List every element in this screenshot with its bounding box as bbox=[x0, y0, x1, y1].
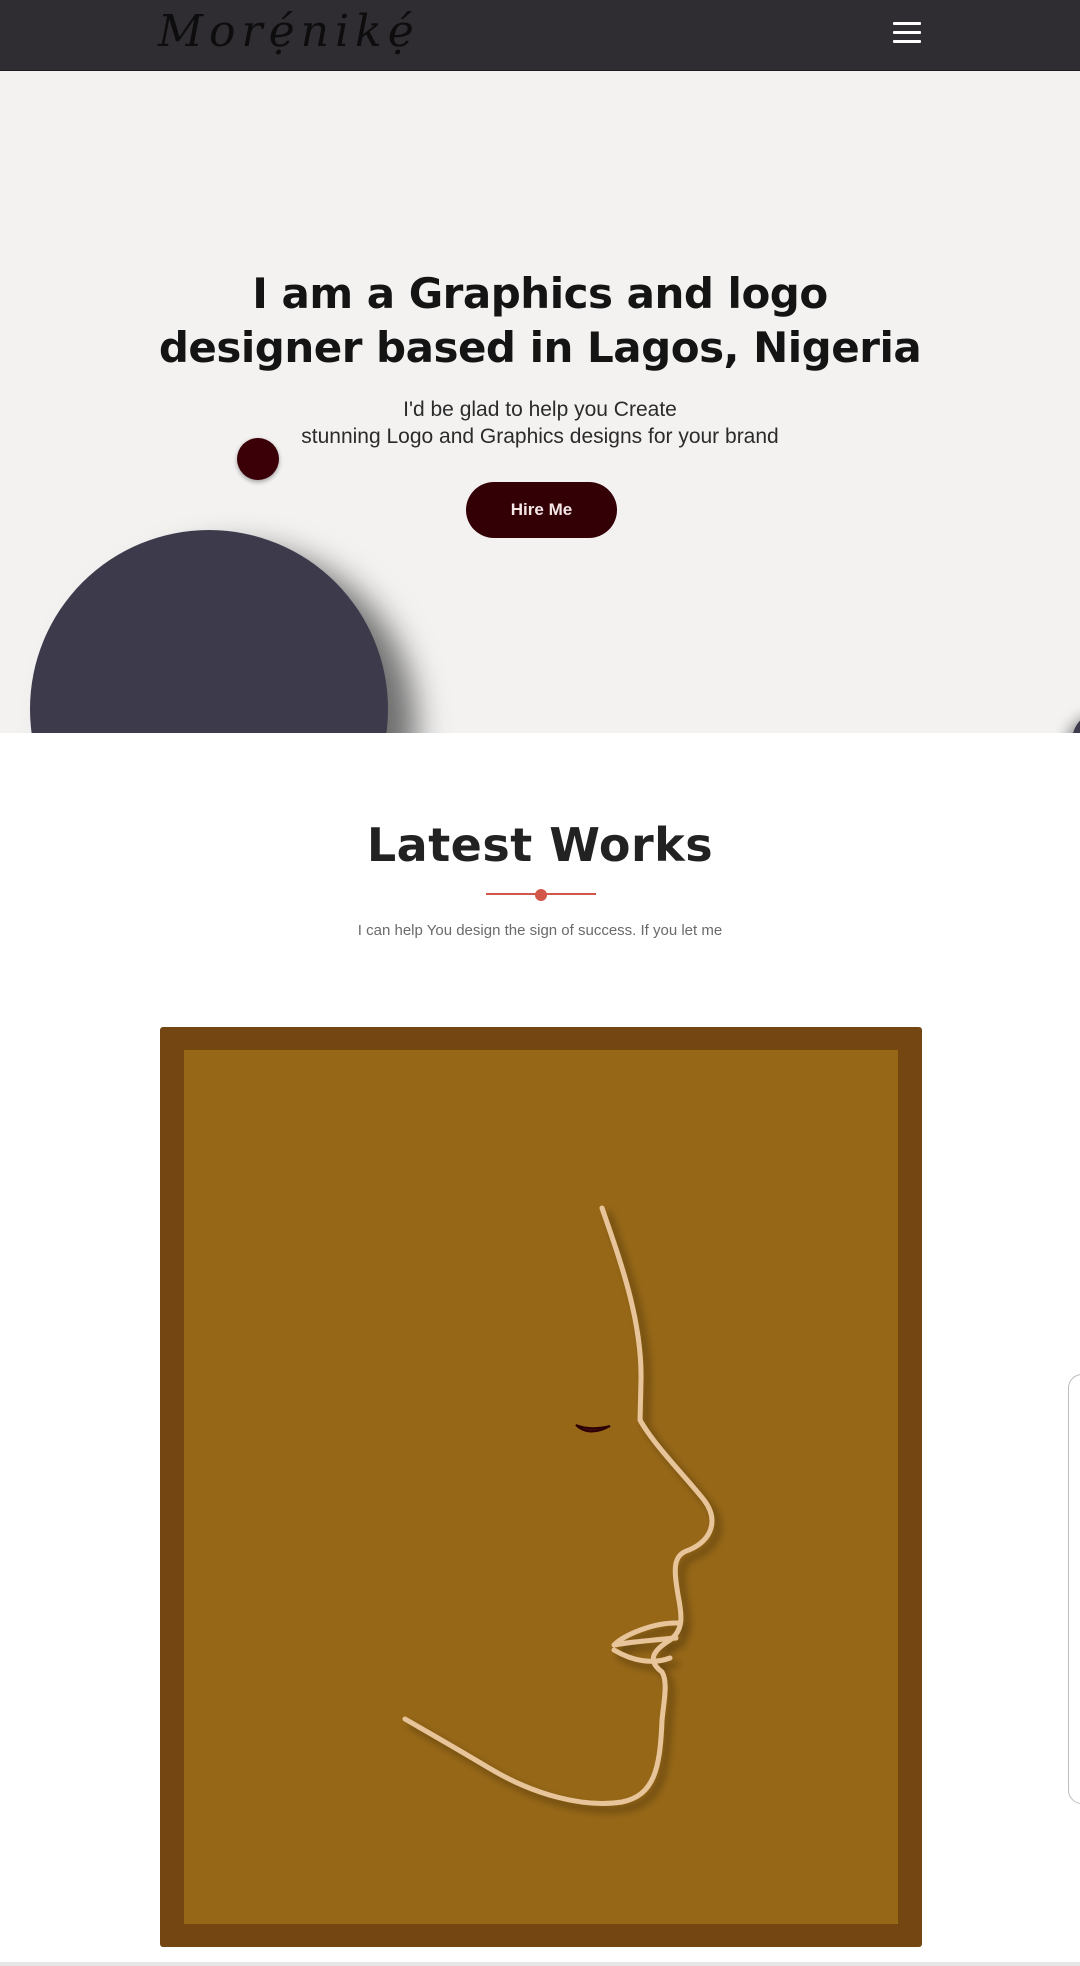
face-line-art-image bbox=[402, 1205, 715, 1806]
lower-lip-line bbox=[611, 1647, 673, 1664]
decorative-edge-circle bbox=[1072, 711, 1080, 733]
menu-bar-middle bbox=[893, 31, 921, 34]
section-divider-dot bbox=[535, 889, 547, 901]
site-logo[interactable]: Morẹ́nikẹ́ bbox=[158, 6, 420, 57]
hero-subtitle-line-2: stunning Logo and Graphics designs for y… bbox=[301, 425, 779, 448]
hero-subtitle: I'd be glad to help you Create stunning … bbox=[0, 396, 1080, 450]
hero-section: I am a Graphics and logo designer based … bbox=[0, 71, 1080, 733]
site-header: Morẹ́nikẹ́ bbox=[0, 0, 1080, 71]
bottom-border bbox=[0, 1962, 1080, 1966]
hero-title: I am a Graphics and logo designer based … bbox=[0, 267, 1080, 375]
hire-me-button[interactable]: Hire Me bbox=[466, 482, 617, 538]
face-profile-line bbox=[402, 1205, 715, 1806]
artwork-frame[interactable] bbox=[160, 1027, 922, 1947]
menu-bar-top bbox=[893, 22, 921, 25]
hero-title-line-2: designer based in Lagos, Nigeria bbox=[158, 323, 922, 372]
latest-works-subtitle: I can help You design the sign of succes… bbox=[357, 922, 723, 939]
closed-eye-mark bbox=[575, 1424, 611, 1433]
hamburger-menu-icon[interactable] bbox=[890, 19, 926, 47]
hero-title-line-1: I am a Graphics and logo bbox=[252, 269, 828, 318]
decorative-large-circle bbox=[30, 530, 388, 733]
latest-works-heading: Latest Works bbox=[366, 818, 714, 872]
hero-subtitle-line-1: I'd be glad to help you Create bbox=[403, 398, 677, 421]
side-widget-tab[interactable] bbox=[1068, 1374, 1080, 1804]
artwork-canvas bbox=[184, 1050, 898, 1924]
menu-bar-bottom bbox=[893, 40, 921, 43]
